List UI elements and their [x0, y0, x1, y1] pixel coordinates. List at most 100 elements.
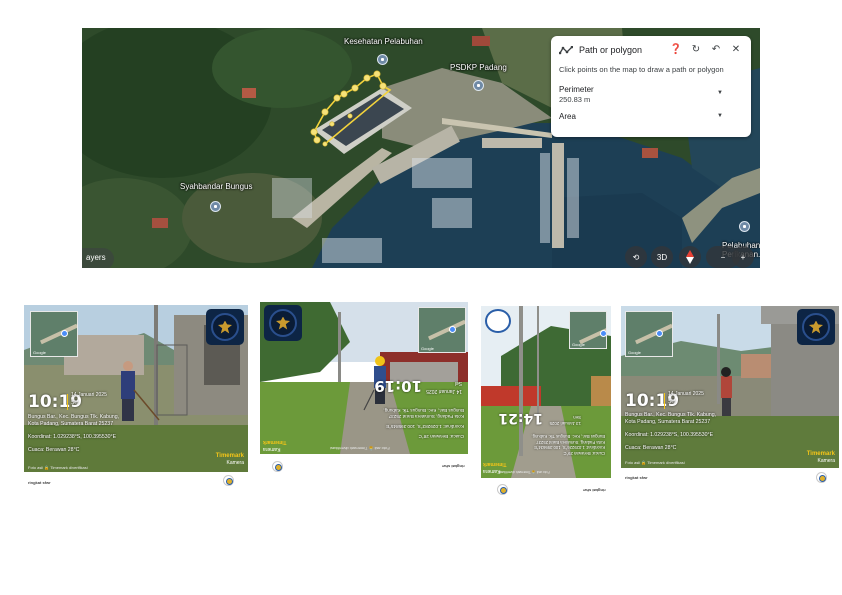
brand-sub: Kamera — [817, 458, 835, 464]
institution-emblem-icon — [485, 309, 511, 333]
brand-sub: Kamera — [226, 460, 244, 466]
brand-name: Timemark — [806, 451, 835, 457]
photo-coordinates: Koordinat: 1.029226°S, 100.395634°E — [533, 445, 605, 451]
photo-time: 14:21 — [498, 410, 543, 426]
photo-info: Bungus Bar., Kec. Bungus Tlk. Kabung, Ko… — [28, 414, 119, 454]
location-minimap: Google — [418, 307, 466, 353]
photo-day: Sel — [454, 380, 462, 386]
panel-title: Path or polygon — [579, 45, 643, 55]
photo-day: Sel — [71, 400, 79, 406]
place-pin-icon[interactable] — [739, 221, 750, 232]
photo-coordinates: Koordinat: 1.029238°S, 100.395530°E — [625, 432, 714, 438]
address-line-1: Bungus Bar., Kec. Bungus Tlk. Kabung, — [383, 408, 464, 413]
perimeter-label: Perimeter — [559, 85, 594, 94]
place-label-kesehatan[interactable]: Kesehatan Pelabuhan — [344, 37, 423, 46]
minimap-label: Google — [33, 350, 46, 355]
timemark-brand: Timemark Kamera — [216, 453, 244, 467]
timemark-photo: Google 14:21 13 Januari 2025 Sen Cuaca: … — [481, 306, 611, 478]
place-pin-icon[interactable] — [210, 201, 221, 212]
timemark-photo: Google 10:19 14 Januari 2025 Sel Cuaca: … — [260, 302, 468, 454]
tilt-toggle-icon[interactable]: ⟲ — [625, 246, 647, 268]
photo-info: Cuaca: Berawan 28°C Koordinat: 1.029283°… — [383, 407, 464, 439]
location-minimap: Google — [569, 311, 607, 349]
photo-verification: Foto asli 🔒 Timemark diverifikasi — [499, 470, 550, 474]
photo-card-3: Google 14:21 13 Januari 2025 Sen Cuaca: … — [481, 306, 611, 500]
photo-date: 14 Januari 2025 — [426, 388, 462, 394]
photo-date-block: 13 Januari 2025 Sen — [550, 414, 582, 426]
brand-name: Timemark — [483, 461, 507, 467]
photo-weather: Cuaca: Berawan 28°C — [625, 445, 677, 451]
photo-verification: Foto asli 🔒 Timemark diverifikasi — [625, 460, 685, 465]
timemark-photo: Google 10:19 14 Januari 2025 Sel Bungus … — [24, 305, 248, 472]
photo-card-1: Google 10:19 14 Januari 2025 Sel Bungus … — [24, 305, 248, 495]
photo-date-block: 14 Januari 2025 Sel — [71, 391, 107, 407]
satellite-map[interactable]: Kesehatan Pelabuhan PSDKP Padang Syahban… — [82, 28, 760, 268]
area-label: Area — [559, 112, 576, 121]
address-line-1: Bungus Bar., Kec. Bungus Tlk. Kabung, — [531, 434, 605, 440]
brand-name: Timemark — [263, 439, 287, 445]
compass-icon[interactable] — [679, 246, 701, 268]
institution-emblem-icon — [206, 309, 244, 345]
minimap-label: Google — [628, 350, 641, 355]
brand-sub: Kamera — [263, 446, 281, 452]
photo-weather: Cuaca: Berawan 28°C — [418, 434, 464, 439]
layers-button[interactable]: ayers — [82, 248, 114, 268]
seal-icon — [272, 461, 283, 472]
perimeter-dropdown-icon[interactable]: ▼ — [717, 90, 723, 96]
photo-day: Sel — [668, 399, 676, 405]
refresh-icon[interactable]: ↻ — [689, 43, 703, 57]
brand-name: Timemark — [215, 453, 244, 459]
seal-icon — [223, 475, 234, 486]
address-line-1: Bungus Bar., Kec. Bungus Tlk. Kabung, — [28, 414, 120, 420]
perimeter-value: 250.83 m — [559, 95, 591, 104]
photo-weather: Cuaca: Berawan 29°C — [563, 451, 605, 456]
photo-date: 14 Januari 2025 — [668, 391, 704, 397]
document-page: Kesehatan Pelabuhan PSDKP Padang Syahban… — [0, 0, 842, 595]
zoom-in-button[interactable]: + — [732, 246, 754, 268]
seal-icon — [816, 472, 827, 483]
photo-caption: ringkat sfwr — [442, 464, 465, 469]
location-minimap: Google — [625, 311, 673, 357]
timemark-brand: Timemark Kamera — [807, 451, 835, 465]
address-line-2: Kota Padang, Sumatera Barat 25237 — [28, 421, 114, 427]
photo-coordinates: Koordinat: 1.029283°S, 100.395845°E — [385, 424, 464, 429]
photo-time: 10:19 — [374, 377, 422, 395]
photo-caption: ringkat sfwr — [583, 488, 606, 493]
address-line-2: Kota Padang, Sumatera Barat 25237 — [388, 414, 464, 419]
place-pin-icon[interactable] — [473, 80, 484, 91]
area-dropdown-icon[interactable]: ▼ — [717, 113, 723, 119]
photo-card-4: Google 10:19 14 Januari 2025 Sel Bungus … — [621, 306, 839, 486]
area-row[interactable]: Area ▼ — [559, 112, 743, 121]
place-pin-icon[interactable] — [377, 54, 388, 65]
photo-weather: Cuaca: Berawan 28°C — [28, 447, 80, 453]
undo-icon[interactable]: ↶ — [709, 43, 723, 57]
photo-date-block: 14 Januari 2025 Sel — [426, 379, 462, 395]
photo-date: 13 Januari 2025 — [549, 421, 582, 426]
place-label-syahbandar[interactable]: Syahbandar Bungus — [180, 182, 253, 191]
path-icon — [559, 45, 573, 54]
close-icon[interactable]: ✕ — [729, 43, 743, 57]
rotated-overlay: 14:21 13 Januari 2025 Sen Cuaca: Berawan… — [498, 406, 607, 457]
place-label-psdkp[interactable]: PSDKP Padang — [450, 63, 507, 72]
address-line-2: Kota Padang, Sumatera Barat 25237 — [625, 419, 711, 425]
minimap-label: Google — [421, 346, 434, 351]
address-line-2: Kota Padang, Sumatera Barat 25237 — [536, 440, 605, 445]
three-d-button[interactable]: 3D — [651, 246, 673, 268]
location-dot-icon — [449, 326, 456, 333]
perimeter-row[interactable]: Perimeter 250.83 m ▼ — [559, 85, 743, 104]
photo-info: Bungus Bar., Kec. Bungus Tlk. Kabung, Ko… — [625, 412, 716, 452]
timemark-photo: Google 10:19 14 Januari 2025 Sel Bungus … — [621, 306, 839, 468]
photo-coordinates: Koordinat: 1.029238°S, 100.395530°E — [28, 434, 117, 440]
address-line-1: Bungus Bar., Kec. Bungus Tlk. Kabung, — [625, 412, 717, 418]
seal-icon — [497, 484, 508, 495]
time-divider — [67, 394, 68, 410]
photo-info: Cuaca: Berawan 29°C Koordinat: 1.029226°… — [531, 434, 605, 457]
panel-instruction: Click points on the map to draw a path o… — [559, 65, 724, 74]
time-divider — [664, 393, 665, 409]
photo-date: 14 Januari 2025 — [71, 392, 107, 398]
location-dot-icon — [61, 330, 68, 337]
timemark-brand: Kamera Timemark — [263, 438, 287, 452]
photo-caption: ringkat sfwr — [28, 480, 51, 485]
location-dot-icon — [656, 330, 663, 337]
help-icon[interactable]: ❓ — [669, 43, 683, 57]
